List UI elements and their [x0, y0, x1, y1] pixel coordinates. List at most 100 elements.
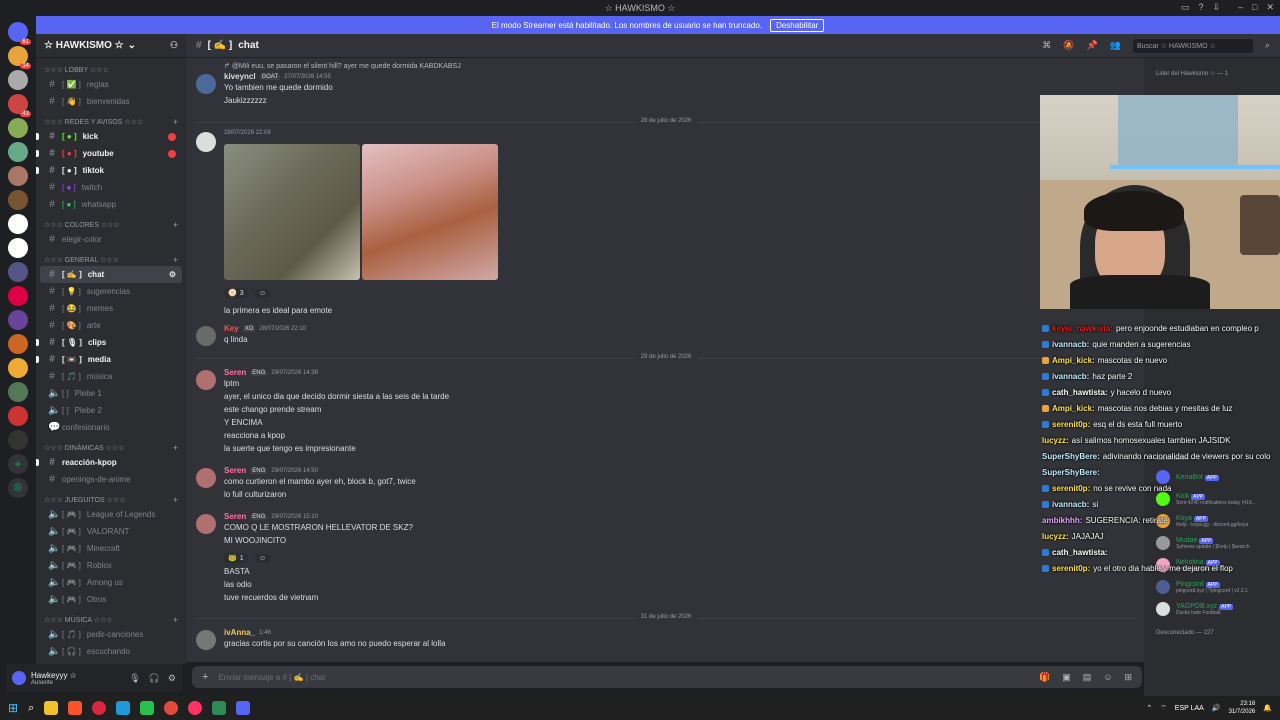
- plus-icon[interactable]: +: [173, 220, 178, 230]
- category-lobby[interactable]: ☆☆☆ LOBBY ☆☆☆: [36, 64, 186, 76]
- gift-icon[interactable]: 🎁: [1039, 672, 1050, 683]
- category-general[interactable]: ☆☆☆ GENERAL ☆☆☆ +: [36, 254, 186, 266]
- pin-icon[interactable]: 📌: [1087, 40, 1098, 51]
- voice-minecraft[interactable]: 🔈[ 🎮 ] Minecraft: [40, 540, 182, 557]
- server-icon[interactable]: [8, 118, 28, 138]
- channel-musica[interactable]: #[ 🎵 ] música: [40, 368, 182, 385]
- volume-icon[interactable]: 🔊: [1212, 704, 1221, 712]
- server-icon[interactable]: [8, 406, 28, 426]
- server-icon[interactable]: [8, 310, 28, 330]
- reaction[interactable]: 🐸 1: [224, 553, 248, 563]
- apps-icon[interactable]: ⊞: [1124, 672, 1132, 683]
- opera-icon[interactable]: [92, 701, 107, 715]
- plus-icon[interactable]: +: [173, 495, 178, 505]
- message-author[interactable]: Seren: [224, 368, 246, 377]
- channel-media[interactable]: #[ 📼 ] media: [36, 351, 182, 368]
- threads-icon[interactable]: ⌘: [1042, 40, 1051, 51]
- plus-icon[interactable]: +: [173, 255, 178, 265]
- channel-reglas[interactable]: #[ ✅ ] reglas: [40, 76, 182, 93]
- language-indicator[interactable]: ESP LAA: [1175, 705, 1204, 712]
- voice-plebe-2[interactable]: 🔈[ ] Plebe 2: [40, 402, 182, 419]
- minimize-button[interactable]: –: [1238, 2, 1243, 13]
- message-input[interactable]: Enviar mensaje a # [ ✍ ] chat: [218, 673, 325, 682]
- voice-among-us[interactable]: 🔈[ 🎮 ] Among us: [40, 574, 182, 591]
- app-icon[interactable]: [212, 701, 227, 715]
- avatar[interactable]: [196, 74, 216, 94]
- avatar[interactable]: [196, 468, 216, 488]
- channel-reaccion-kpop[interactable]: # reacción-kpop: [36, 454, 182, 471]
- message-author[interactable]: ivAnna_: [224, 628, 255, 637]
- voice-lol[interactable]: 🔈[ 🎮 ] League of Legends: [40, 506, 182, 523]
- search-input[interactable]: Buscar ☆ HAWKISMO ☆: [1132, 38, 1253, 53]
- channel-arte[interactable]: #[ 🎨 ] arte: [40, 317, 182, 334]
- voice-plebe-1[interactable]: 🔈[ ] Plebe 1: [40, 385, 182, 402]
- app-icon[interactable]: [116, 701, 131, 715]
- member-item[interactable]: Pingcord APP pingcord.xyz | ?pingcord | v2…: [1144, 576, 1280, 598]
- notification-icon[interactable]: 🔔: [1263, 704, 1272, 712]
- message-author[interactable]: kiveyncl: [224, 72, 256, 81]
- clock[interactable]: 23:16 31/7/2026: [1229, 700, 1256, 716]
- help-icon[interactable]: ?: [1198, 2, 1203, 13]
- channel-tiktok[interactable]: #[ ● ] tiktok: [36, 162, 182, 179]
- category-musica[interactable]: ☆☆☆ MÚSICA ☆☆☆ +: [36, 614, 186, 626]
- channel-bienvenidas[interactable]: #[ 👋 ] bienvenidas: [40, 93, 182, 110]
- user-info[interactable]: Hawkeyyy ☆ Ausente: [31, 671, 77, 686]
- sticker-icon[interactable]: ▤: [1083, 672, 1092, 683]
- reaction[interactable]: 🫓 3: [224, 288, 248, 298]
- category-redes[interactable]: ☆☆☆ REDES Y AVISOS ☆☆☆ +: [36, 116, 186, 128]
- voice-valorant[interactable]: 🔈[ 🎮 ] VALORANT: [40, 523, 182, 540]
- chrome-icon[interactable]: [164, 701, 179, 715]
- maximize-button[interactable]: □: [1252, 2, 1257, 13]
- explore-icon[interactable]: ◎: [8, 478, 28, 498]
- file-explorer-icon[interactable]: [44, 701, 59, 715]
- gear-icon[interactable]: ⚙: [168, 673, 176, 684]
- server-icon[interactable]: [8, 142, 28, 162]
- server-icon[interactable]: [8, 70, 28, 90]
- voice-roblox[interactable]: 🔈[ 🎮 ] Roblox: [40, 557, 182, 574]
- avatar[interactable]: [196, 514, 216, 534]
- server-icon[interactable]: [8, 382, 28, 402]
- plus-icon[interactable]: +: [173, 117, 178, 127]
- add-member-icon[interactable]: ⚇: [170, 40, 178, 51]
- channel-openings[interactable]: # openings-de-anime: [40, 471, 182, 488]
- add-reaction-icon[interactable]: ☺: [254, 289, 271, 298]
- avatar[interactable]: [196, 326, 216, 346]
- attach-plus-icon[interactable]: +: [202, 671, 208, 683]
- voice-otros[interactable]: 🔈[ 🎮 ] Otros: [40, 591, 182, 608]
- search-icon[interactable]: ⌕: [1265, 40, 1270, 51]
- app-icon[interactable]: [188, 701, 203, 715]
- members-icon[interactable]: 👥: [1110, 40, 1121, 51]
- server-icon[interactable]: [8, 286, 28, 306]
- server-icon[interactable]: [8, 166, 28, 186]
- search-icon[interactable]: ⌕: [28, 702, 34, 715]
- close-button[interactable]: ✕: [1266, 2, 1274, 13]
- channel-twitch[interactable]: #[ ● ] twitch: [40, 179, 182, 196]
- brave-icon[interactable]: [68, 701, 83, 715]
- channel-confesionario[interactable]: 💬 confesionario: [40, 419, 182, 436]
- chevron-up-icon[interactable]: ⌃: [1146, 704, 1152, 712]
- mute-bell-icon[interactable]: 🔕: [1063, 40, 1074, 51]
- reply-preview[interactable]: ↱ @Mili euu, se pasaron el silent hill? …: [224, 62, 461, 70]
- channel-youtube[interactable]: #[ ● ] youtube: [36, 145, 182, 162]
- message-author[interactable]: Seren: [224, 466, 246, 475]
- server-icon[interactable]: [8, 334, 28, 354]
- message-author[interactable]: Seren: [224, 512, 246, 521]
- channel-whatsapp[interactable]: #[ ● ] whatsapp: [40, 196, 182, 213]
- server-icon[interactable]: 14: [8, 46, 31, 69]
- member-item[interactable]: YAGPDB.xyz APP Ducks hate Football.: [1144, 598, 1280, 620]
- avatar[interactable]: [12, 671, 26, 685]
- gif-icon[interactable]: ▣: [1062, 672, 1071, 683]
- message-composer[interactable]: + Enviar mensaje a # [ ✍ ] chat 🎁 ▣ ▤ ☺ …: [192, 666, 1142, 688]
- microphone-icon[interactable]: 🎙: [129, 673, 140, 684]
- discord-icon[interactable]: [236, 701, 251, 715]
- channel-memes[interactable]: #[ 😂 ] memes: [40, 300, 182, 317]
- channel-sugerencias[interactable]: #[ 💡 ] sugerencias: [40, 283, 182, 300]
- add-server-icon[interactable]: +: [8, 454, 28, 474]
- avatar[interactable]: [196, 132, 216, 152]
- home-icon[interactable]: 61: [8, 22, 31, 45]
- avatar[interactable]: [196, 370, 216, 390]
- channel-clips[interactable]: #[ 🎙 ] clips: [36, 334, 182, 351]
- category-colores[interactable]: ☆☆☆ COLORES ☆☆☆ +: [36, 219, 186, 231]
- category-dinamicas[interactable]: ☆☆☆ DINÁMICAS ☆☆☆ +: [36, 442, 186, 454]
- wifi-icon[interactable]: ⌔: [1160, 704, 1167, 713]
